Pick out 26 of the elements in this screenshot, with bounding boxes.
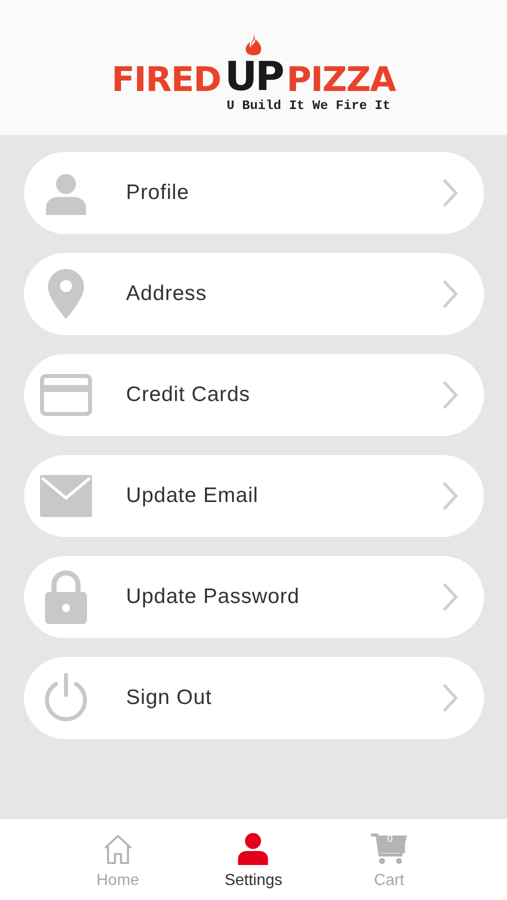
menu-item[interactable]: Address [24,253,484,335]
chevron-right-icon [442,178,458,208]
person-icon [44,171,88,215]
cart-icon [371,833,408,865]
logo-tagline: U Build It We Fire It [226,99,390,112]
menu-item[interactable]: Update Email [24,455,484,537]
chevron-right-icon [442,683,458,713]
menu-item[interactable]: Sign Out [24,657,484,739]
credit-card-icon [40,374,92,416]
menu-item[interactable]: Profile [24,152,484,234]
chevron-right-icon [442,481,458,511]
envelope-icon [40,475,92,517]
chevron-right-icon [442,380,458,410]
logo-word: FIRED [111,63,221,97]
person-icon [237,833,270,865]
tab[interactable]: Settings [203,819,304,900]
home-icon [102,833,134,865]
menu-item[interactable]: Credit Cards [24,354,484,436]
location-pin-icon [48,269,84,319]
chevron-right-icon [442,582,458,612]
logo-word: PIZZA [286,63,396,97]
power-icon [42,673,90,723]
menu-item[interactable]: Update Password [24,556,484,638]
padlock-icon [45,570,87,624]
logo-word: UP [224,57,283,97]
chevron-right-icon [442,279,458,309]
